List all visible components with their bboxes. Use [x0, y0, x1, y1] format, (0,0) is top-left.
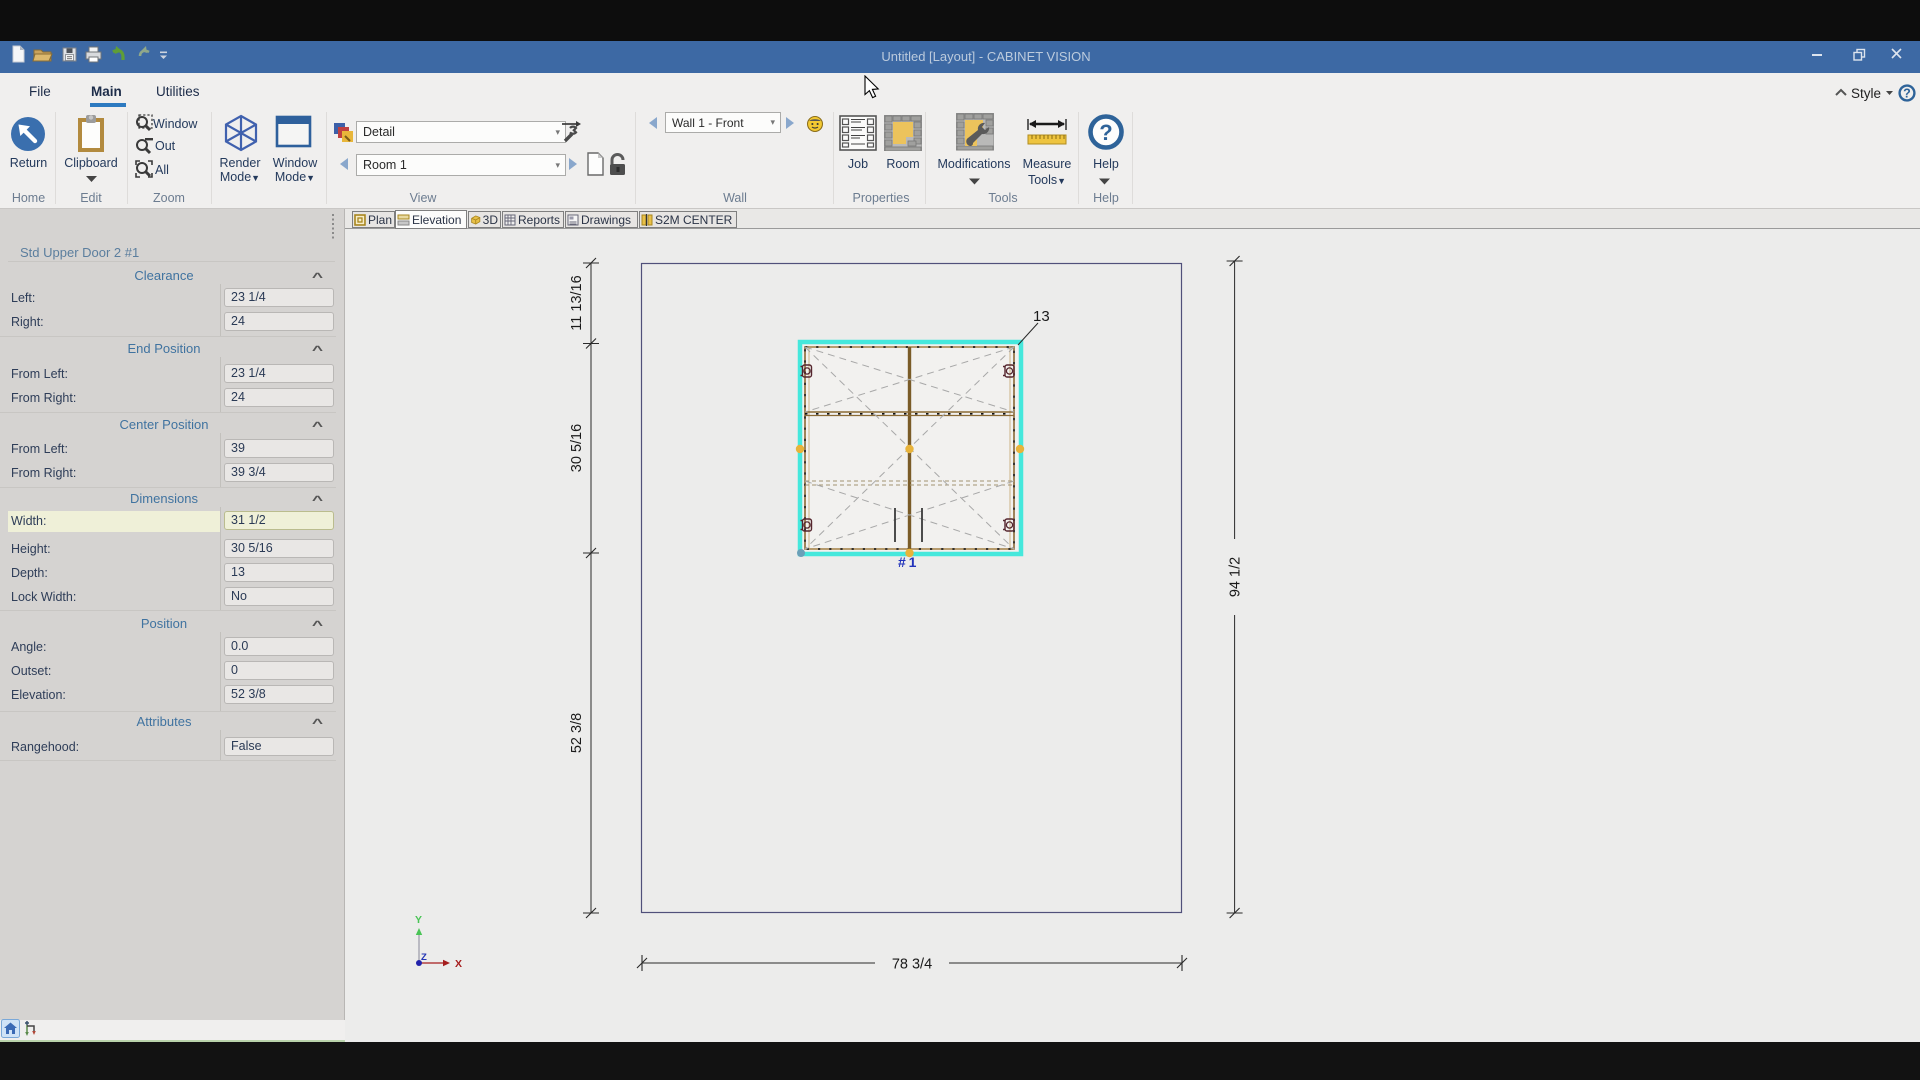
- svg-text:94 1/2: 94 1/2: [1228, 557, 1244, 597]
- svg-text:52 3/8: 52 3/8: [569, 713, 585, 753]
- svg-text:Y: Y: [415, 914, 422, 926]
- svg-text:Style: Style: [1851, 86, 1881, 101]
- svg-text:?: ?: [1903, 87, 1911, 101]
- svg-text:?: ?: [1099, 120, 1112, 145]
- svg-text:Z: Z: [421, 952, 427, 963]
- svg-text:11 13/16: 11 13/16: [569, 275, 585, 330]
- svg-text:30 5/16: 30 5/16: [569, 424, 585, 472]
- svg-text:X: X: [455, 958, 462, 970]
- svg-text:# 1: # 1: [898, 554, 917, 570]
- svg-text:78 3/4: 78 3/4: [892, 957, 932, 973]
- svg-text:13: 13: [1033, 308, 1050, 325]
